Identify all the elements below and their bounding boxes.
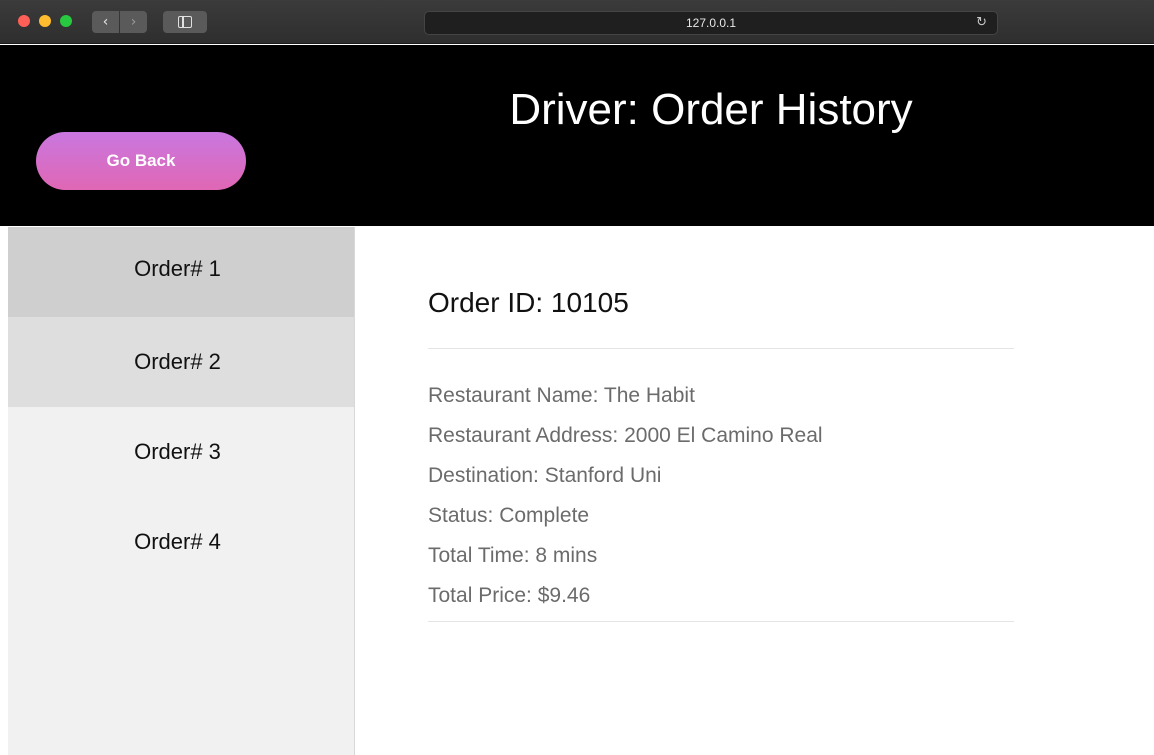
address-bar[interactable]: 127.0.0.1 ↻ [424,11,998,35]
divider [428,621,1014,622]
sidebar-item-label: Order# 2 [134,349,221,374]
total-price-field: Total Price: $9.46 [428,584,591,607]
browser-toolbar: ‹ › 127.0.0.1 ↻ [0,0,1154,44]
reload-icon[interactable]: ↻ [976,12,987,34]
order-id-heading: Order ID: 10105 [428,287,629,318]
sidebar-item-order-4[interactable]: Order# 4 [8,497,354,587]
forward-icon[interactable]: › [120,11,147,33]
url-text: 127.0.0.1 [685,16,737,30]
sidebar-toggle-icon [178,16,192,28]
destination-field: Destination: Stanford Uni [428,464,662,487]
minimize-window-button[interactable] [39,15,51,27]
order-detail-panel: Order ID: 10105 Restaurant Name: The Hab… [428,227,1014,622]
back-icon[interactable]: ‹ [92,11,119,33]
divider [428,348,1014,349]
status-field: Status: Complete [428,504,590,527]
sidebar-item-order-2[interactable]: Order# 2 [8,317,354,407]
order-list-sidebar: Order# 1 Order# 2 Order# 3 Order# 4 [8,227,355,755]
page-title: Driver: Order History [509,85,913,134]
sidebar-item-order-1[interactable]: Order# 1 [8,227,354,317]
restaurant-name-field: Restaurant Name: The Habit [428,384,695,407]
restaurant-address-field: Restaurant Address: 2000 El Camino Real [428,424,823,447]
sidebar-item-order-3[interactable]: Order# 3 [8,407,354,497]
sidebar-item-label: Order# 1 [134,256,221,281]
close-window-button[interactable] [18,15,30,27]
sidebar-toggle-button[interactable] [163,11,207,33]
sidebar-item-label: Order# 4 [134,529,221,554]
go-back-button[interactable]: Go Back [36,132,246,190]
order-fields: Restaurant Name: The Habit Restaurant Ad… [428,381,1014,621]
sidebar-item-label: Order# 3 [134,439,221,464]
page-header: Driver: Order History Go Back [0,45,1154,226]
zoom-window-button[interactable] [60,15,72,27]
total-time-field: Total Time: 8 mins [428,544,598,567]
